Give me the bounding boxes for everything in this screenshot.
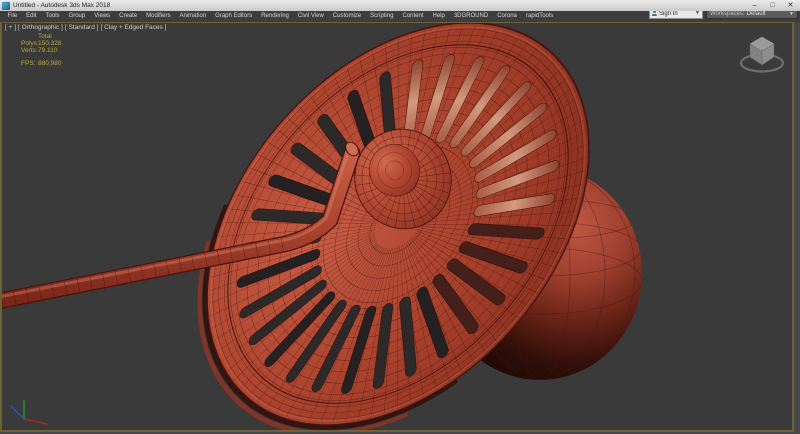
maximize-button[interactable]: □ [765, 0, 780, 11]
menu-rendering[interactable]: Rendering [257, 11, 294, 22]
menu-civil-view[interactable]: Civil View [293, 11, 328, 22]
stats-verts-row: Verts: 79.110 [21, 47, 62, 54]
menu-edit[interactable]: Edit [22, 11, 41, 22]
viewport-label-clay-edged-faces[interactable]: [ Clay + Edged Faces ] [100, 24, 166, 31]
minimize-button[interactable]: – [747, 0, 762, 11]
stats-total-label: Total [38, 33, 52, 40]
stats-total-row: Total [21, 33, 62, 40]
viewport-label-menu[interactable]: [ + ] [5, 24, 16, 31]
close-button[interactable]: ✕ [783, 0, 798, 11]
chevron-down-icon: ▼ [789, 12, 794, 17]
menu-create[interactable]: Create [115, 11, 142, 22]
menu-customize[interactable]: Customize [328, 11, 365, 22]
chevron-down-icon: ▼ [695, 11, 700, 16]
workspaces-label: Workspaces: [710, 11, 745, 17]
workspaces-value: Default [747, 11, 787, 17]
stats-fps-row: FPS: 880,980 [21, 60, 62, 67]
viewport-frame: [ + ][ Orthographic ][ Standard ][ Clay … [0, 22, 800, 434]
sign-in-label: Sign In [659, 11, 693, 17]
menu-views[interactable]: Views [90, 11, 115, 22]
viewport-canvas[interactable]: [ + ][ Orthographic ][ Standard ][ Clay … [0, 22, 794, 432]
menu-group[interactable]: Group [64, 11, 90, 22]
menu-items: FileEditToolsGroupViewsCreateModifiersAn… [3, 11, 558, 22]
menu-content[interactable]: Content [398, 11, 428, 22]
stats-polys-row: Polys: 150.328 [21, 40, 62, 47]
menu-help[interactable]: Help [428, 11, 449, 22]
menu-rapidtools[interactable]: rapidTools [521, 11, 557, 22]
stats-verts-value: 79.110 [38, 47, 57, 54]
stats-polys-label: Polys: [21, 40, 38, 47]
viewport-label-standard[interactable]: [ Standard ] [65, 24, 99, 31]
stats-verts-label: Verts: [21, 47, 38, 54]
viewport-3d-scene[interactable] [2, 23, 792, 430]
window-title: Untitled - Autodesk 3ds Max 2018 [13, 2, 110, 9]
menu-scripting[interactable]: Scripting [366, 11, 398, 22]
menu-animation[interactable]: Animation [175, 11, 211, 22]
stats-fps-label: FPS: [21, 60, 38, 67]
title-bar: Untitled - Autodesk 3ds Max 2018 – □ ✕ [0, 0, 800, 11]
user-icon [652, 11, 657, 17]
stats-polys-value: 150.328 [38, 40, 62, 47]
stats-fps-value: 880,980 [38, 60, 62, 67]
menu-file[interactable]: File [3, 11, 22, 22]
menu-bar: FileEditToolsGroupViewsCreateModifiersAn… [0, 11, 800, 22]
menu-corona[interactable]: Corona [493, 11, 522, 22]
3ds-max-window: { "window": { "title": "Untitled - Autod… [0, 0, 800, 434]
viewport-label: [ + ][ Orthographic ][ Standard ][ Clay … [5, 24, 166, 31]
app-icon [2, 2, 10, 10]
menu-3dground[interactable]: 3DGROUND [449, 11, 492, 22]
menu-graph-editors[interactable]: Graph Editors [211, 11, 257, 22]
viewport-statistics: Total Polys: 150.328 Verts: 79.110 FPS: … [21, 33, 62, 67]
menu-tools[interactable]: Tools [41, 11, 64, 22]
menu-modifiers[interactable]: Modifiers [142, 11, 175, 22]
viewport-label-orthographic[interactable]: [ Orthographic ] [18, 24, 63, 31]
